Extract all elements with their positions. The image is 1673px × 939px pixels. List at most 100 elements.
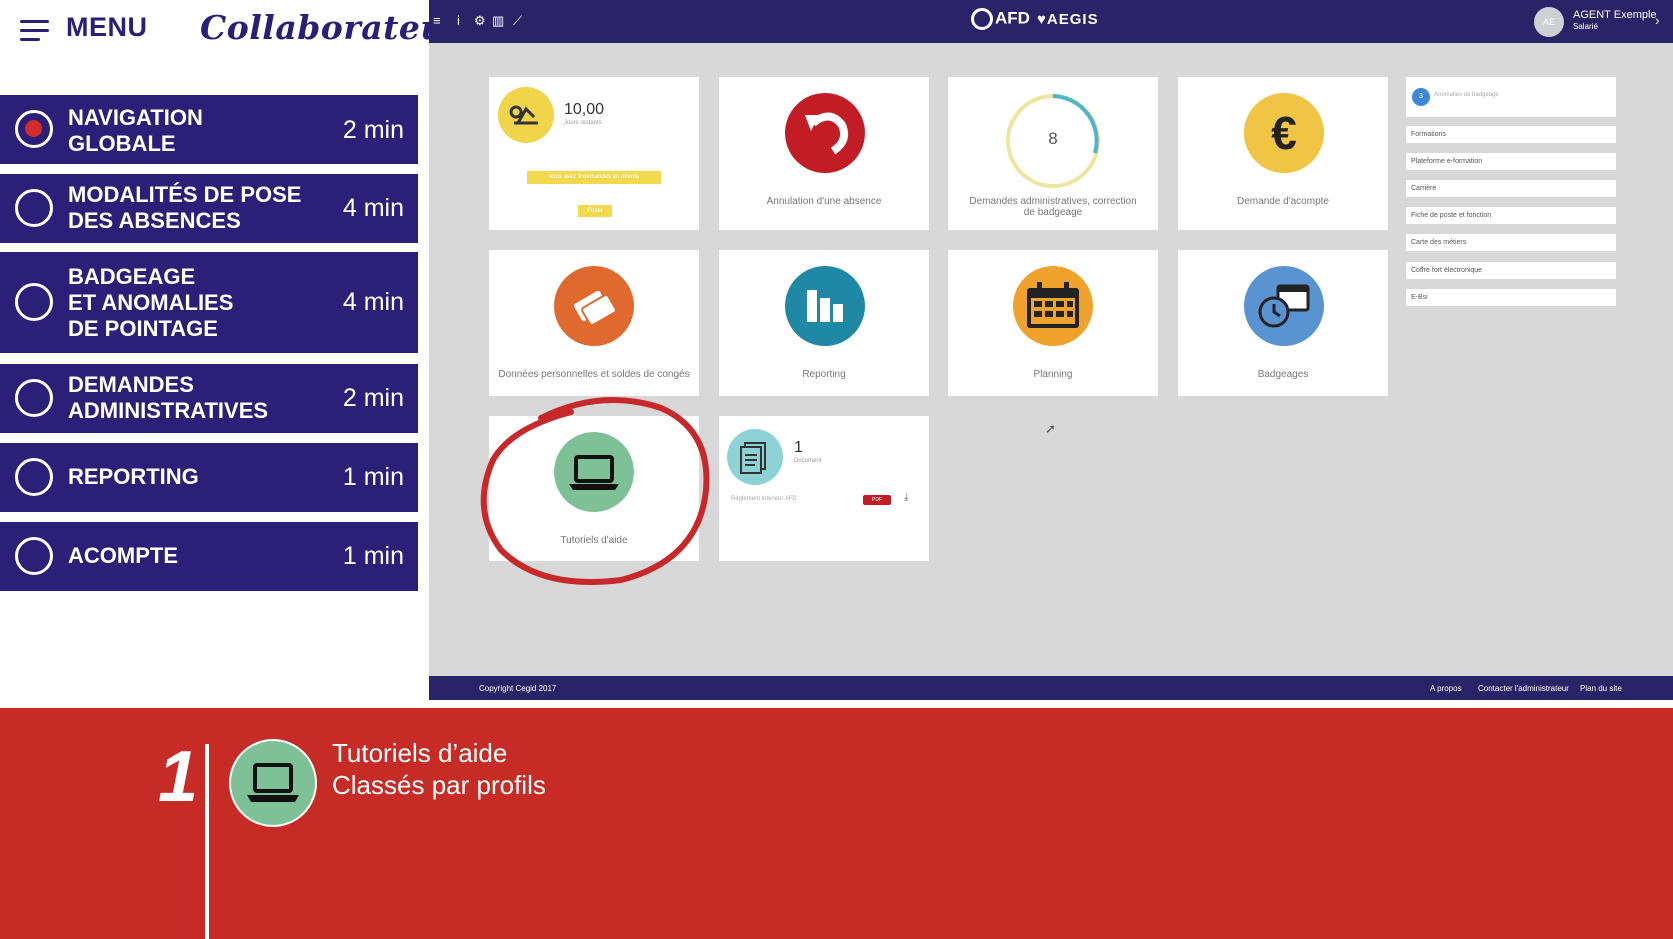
aegis-logo: ♥AEGIS [1037,11,1099,28]
radio-icon [15,458,53,496]
footer-link-a-propos[interactable]: A propos [1430,684,1462,693]
download-icon[interactable]: ⤓ [904,492,908,503]
tile-caption: Planning [1033,369,1073,380]
nav-item-duration: 2 min [342,384,404,412]
poser-button[interactable]: Poser [578,205,612,217]
menu-label[interactable]: MENU [66,12,148,43]
tile-badgeages[interactable]: Badgeages [1178,250,1388,396]
nav-item-badgeage-anomalies[interactable]: BADGEAGE ET ANOMALIES DE POINTAGE 4 min [0,252,418,353]
tile-reporting[interactable]: Reporting [719,250,929,396]
gear-icon[interactable]: ⚙ [474,13,486,29]
info-icon[interactable]: i [457,13,460,28]
document-icon [727,429,783,485]
user-name[interactable]: AGENT Exemple [1573,9,1657,21]
line-chart-icon[interactable]: ⟋ [513,13,522,29]
side-link-e-formation[interactable]: Plateforme e-formation [1406,153,1616,170]
conges-sub: Jours restants [564,120,602,126]
side-link-e-bsi[interactable]: E-Bsi [1406,289,1616,306]
laptop-icon [229,739,317,827]
nav-item-duration: 4 min [342,288,404,316]
tile-caption: Demandes administratives, correction de … [969,196,1137,218]
app-screenshot: ≡ i ⚙ ▥ ⟋ AFD ♥AEGIS AE AGENT Exemple Sa… [429,0,1673,700]
documents-count: 1 [794,439,803,456]
demandes-count: 8 [1048,129,1058,148]
annotation-circle [480,397,710,585]
step-number: 1 [158,737,199,817]
tile-caption: Badgeages [1257,369,1309,380]
hamburger-icon[interactable] [20,20,49,44]
beach-chair-icon [498,87,554,143]
anomalies-label: Anomalies de badgeage [1434,92,1499,98]
side-link-carte-metiers[interactable]: Carte des métiers [1406,234,1616,251]
side-link-coffre-fort[interactable]: Coffre fort électronique [1406,262,1616,279]
side-link-fiche-poste[interactable]: Fiche de poste et fonction [1406,207,1616,224]
nav-item-modalites-pose-absences[interactable]: MODALITÉS DE POSE DES ABSENCES 4 min [0,174,418,243]
tile-annulation[interactable]: Annulation d'une absence [719,77,929,230]
tile-donnees-personnelles[interactable]: Données personnelles et soldes de congés [489,250,699,396]
radio-icon [15,283,53,321]
banner-title: Tutoriels d’aide [332,738,508,768]
tile-caption: Données personnelles et soldes de congés [498,369,690,380]
calendar-icon [1013,266,1093,346]
nav-item-label: BADGEAGE ET ANOMALIES DE POINTAGE [68,264,234,341]
tile-demandes-administratives[interactable]: 8 Demandes administratives, correction d… [948,77,1158,230]
video-frame: MENU Collaborateurs NAVIGATION GLOBALE 2… [0,0,1673,939]
conges-notice: Vous avez 3 demandes en attente [527,171,661,184]
side-link-formations[interactable]: Formations [1406,126,1616,143]
side-link-carriere[interactable]: Carrière [1406,180,1616,197]
caption-banner: 1 Tutoriels d’aide Classés par profils [0,708,1673,939]
radio-icon [15,537,53,575]
tile-documents[interactable]: 1 Document Règlement intérieur AFD PDF ⤓ [719,416,929,561]
footer-link-contact[interactable]: Contacter l'administrateur [1478,684,1569,693]
banner-subtitle: Classés par profils [332,770,546,800]
bar-chart-icon[interactable]: ▥ [492,13,504,29]
menu-icon[interactable]: ≡ [433,13,441,28]
nav-item-duration: 1 min [342,463,404,491]
conges-value: 10,00 [564,101,605,118]
tile-caption: Demande d'acompte [1237,196,1329,207]
nav-item-label: REPORTING [68,464,199,489]
tile-planning[interactable]: Planning [948,250,1158,396]
bar-chart-icon [785,266,865,346]
documents-sub: Document [794,458,822,464]
cursor-icon: ➚ [1045,421,1056,436]
tile-acompte[interactable]: € Demande d'acompte [1178,77,1388,230]
copyright: Copyright Cegid 2017 [479,684,557,693]
app-topbar: ≡ i ⚙ ▥ ⟋ AFD ♥AEGIS AE AGENT Exemple Sa… [429,0,1673,43]
undo-icon [785,93,865,173]
pdf-badge: PDF [863,495,891,505]
anomalies-count: 3 [1412,88,1430,106]
footer-link-plan-site[interactable]: Plan du site [1580,684,1622,693]
menu-header: MENU Collaborateurs [0,0,481,60]
anomalies-card[interactable]: 3 Anomalies de badgeage [1406,77,1616,117]
tile-caption: Annulation d'une absence [766,196,882,207]
avatar[interactable]: AE [1534,7,1564,37]
nav-item-label: DEMANDES ADMINISTRATIVES [68,372,269,423]
tile-conges[interactable]: 10,00 Jours restants Vous avez 3 demande… [489,77,699,230]
radio-icon [15,110,53,148]
nav-item-demandes-administratives[interactable]: DEMANDES ADMINISTRATIVES 2 min [0,364,418,433]
nav-item-reporting[interactable]: REPORTING 1 min [0,443,418,512]
nav-item-duration: 1 min [342,542,404,570]
chevron-right-icon[interactable]: › [1655,12,1660,28]
nav-item-label: MODALITÉS DE POSE DES ABSENCES [68,182,302,233]
nav-item-duration: 4 min [342,194,404,222]
nav-item-label: NAVIGATION GLOBALE [68,105,203,156]
afd-logo: AFD [971,8,1030,30]
nav-item-duration: 2 min [342,116,404,144]
radio-icon [15,379,53,417]
nav-item-label: ACOMPTE [68,543,178,568]
chapter-menu: MENU Collaborateurs NAVIGATION GLOBALE 2… [0,0,481,708]
app-footer: Copyright Cegid 2017 A propos Contacter … [429,676,1673,700]
document-link[interactable]: Règlement intérieur AFD [731,496,797,502]
active-dot-icon [25,120,42,137]
nav-item-acompte[interactable]: ACOMPTE 1 min [0,522,418,591]
id-cards-icon [554,266,634,346]
radio-icon [15,189,53,227]
user-role: Salarié [1573,22,1598,31]
clock-calendar-icon [1244,266,1324,346]
euro-icon: € [1244,93,1324,173]
nav-item-navigation-globale[interactable]: NAVIGATION GLOBALE 2 min [0,95,418,164]
tile-caption: Reporting [802,369,846,380]
divider [205,744,209,939]
